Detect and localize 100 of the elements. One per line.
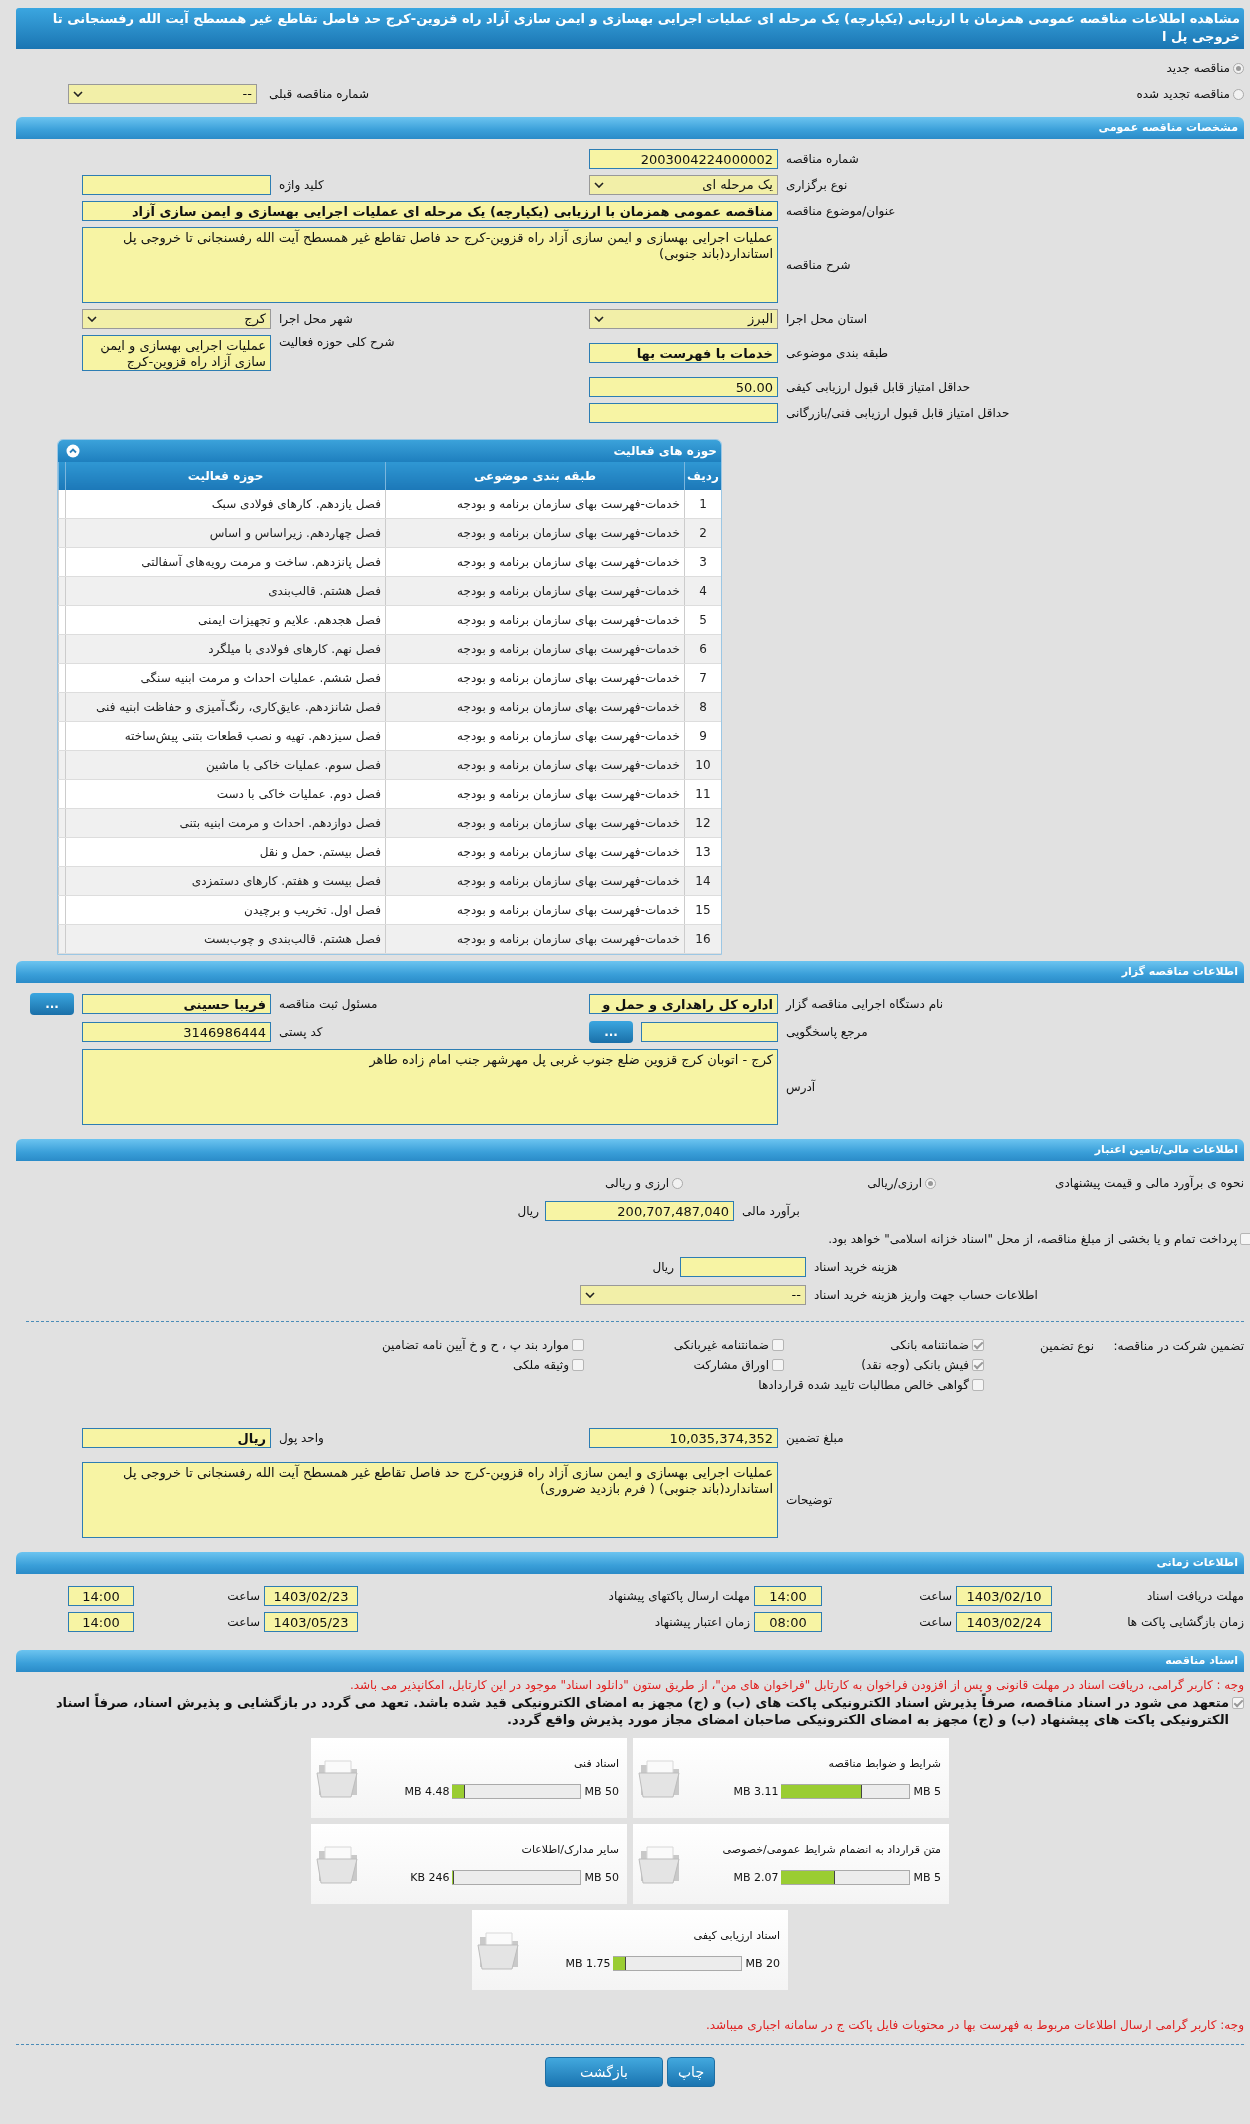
more-button[interactable]: ... — [30, 993, 74, 1015]
field-label: نوع تضمین — [1039, 1338, 1094, 1356]
input-field[interactable]: فریبا حسینی — [82, 994, 271, 1014]
radio-label: ارزی/ریالی — [867, 1176, 922, 1190]
table-cell: 6 — [684, 634, 721, 664]
table-cell: فصل هشتم. قالب‌بندی — [65, 576, 386, 606]
input-field[interactable]: 3146986444 — [82, 1022, 271, 1042]
section-header: اطلاعات زمانی — [16, 1552, 1244, 1574]
radio-button[interactable] — [672, 1177, 684, 1189]
section-header: اطلاعات مالی/تامین اعتبار — [16, 1139, 1244, 1161]
checkbox-label: ضمانتنامه غیربانکی — [673, 1338, 769, 1352]
input-field[interactable] — [641, 1022, 778, 1042]
column-header[interactable]: طبقه بندی موضوعی — [385, 462, 685, 490]
column-header[interactable]: حوزه فعالیت — [65, 462, 386, 490]
time-field[interactable]: 14:00 — [754, 1586, 822, 1606]
dropdown[interactable]: البرز — [589, 309, 778, 329]
input-field[interactable] — [589, 403, 778, 423]
field-label: توضیحات — [785, 1493, 834, 1507]
date-field[interactable]: 1403/05/23 — [264, 1612, 358, 1632]
table-cell: 15 — [684, 895, 721, 925]
table-cell: 7 — [684, 663, 721, 693]
date-field[interactable]: 1403/02/10 — [956, 1586, 1052, 1606]
table-cell: خدمات-فهرست بهای سازمان برنامه و بودجه — [385, 779, 685, 809]
time-field[interactable]: 14:00 — [68, 1586, 134, 1606]
field-label: ساعت — [918, 1589, 952, 1603]
table-cell: خدمات-فهرست بهای سازمان برنامه و بودجه — [385, 721, 685, 751]
input-field[interactable]: ریال — [82, 1428, 271, 1448]
input-field[interactable]: خدمات با فهرست بها — [589, 343, 778, 363]
field-label: زمان بازگشایی پاکت ها — [1126, 1615, 1244, 1629]
input-field[interactable]: 10,035,374,352 — [589, 1428, 778, 1448]
checkbox[interactable] — [972, 1359, 984, 1371]
radio-button[interactable] — [1233, 62, 1244, 74]
radio-label: مناقصه تجدید شده — [1136, 87, 1230, 101]
checkbox[interactable] — [772, 1359, 784, 1371]
dropdown[interactable]: -- — [68, 84, 257, 104]
section-header: اسناد مناقصه — [16, 1650, 1244, 1672]
dropdown[interactable]: یک مرحله ای — [589, 175, 778, 195]
input-field[interactable]: مناقصه عمومی همزمان با ارزیابی (یکپارچه) یک مرحله ای عملیات اجرایی بهسازی و ایمن سازی آزاد — [82, 201, 778, 221]
table-cell: فصل پانزدهم. ساخت و مرمت رویه‌های آسفالتی — [65, 547, 386, 577]
radio-label: مناقصه جدید — [1166, 61, 1230, 75]
input-field[interactable]: 200,707,487,040 — [545, 1201, 734, 1221]
text-area[interactable]: عملیات اجرایی بهسازی و ایمن سازی آزاد راه قزوین-کرج — [82, 335, 271, 371]
field-label: هزینه خرید اسناد — [813, 1260, 899, 1274]
checkbox[interactable] — [1232, 1697, 1244, 1709]
checkbox[interactable] — [572, 1339, 584, 1351]
checkbox-label: فیش بانکی (وجه نقد) — [861, 1358, 969, 1372]
input-field[interactable]: 2003004224000002 — [589, 149, 778, 169]
caret-icon — [594, 182, 604, 188]
table-cell: خدمات-فهرست بهای سازمان برنامه و بودجه — [385, 895, 685, 925]
checkbox[interactable] — [972, 1379, 984, 1391]
checkbox[interactable] — [972, 1339, 984, 1351]
table-cell: خدمات-فهرست بهای سازمان برنامه و بودجه — [385, 547, 685, 577]
input-field[interactable] — [82, 175, 271, 195]
checkbox[interactable] — [1240, 1233, 1250, 1245]
table-cell: خدمات-فهرست بهای سازمان برنامه و بودجه — [385, 605, 685, 635]
size-limit: 5 MB — [913, 1871, 941, 1884]
time-field[interactable]: 14:00 — [68, 1612, 134, 1632]
date-field[interactable]: 1403/02/23 — [264, 1586, 358, 1606]
dropdown[interactable]: -- — [580, 1285, 806, 1305]
action-button[interactable]: بازگشت — [545, 2057, 663, 2087]
text-area[interactable]: کرج - اتوبان کرج قزوین ضلع جنوب غربی پل مهرشهر جنب امام زاده طاهر — [82, 1049, 778, 1125]
date-field[interactable]: 1403/02/24 — [956, 1612, 1052, 1632]
checkbox[interactable] — [572, 1359, 584, 1371]
time-field[interactable]: 08:00 — [754, 1612, 822, 1632]
table-cell: فصل ششم. عملیات احداث و مرمت ابنیه سنگی — [65, 663, 386, 693]
checkbox[interactable] — [772, 1339, 784, 1351]
input-field[interactable] — [680, 1257, 806, 1277]
table-cell: خدمات-فهرست بهای سازمان برنامه و بودجه — [385, 490, 685, 519]
dropdown[interactable]: کرج — [82, 309, 271, 329]
more-button[interactable]: ... — [589, 1021, 633, 1043]
input-field[interactable]: اداره کل راهداری و حمل و — [589, 994, 778, 1014]
field-label: ساعت — [226, 1589, 260, 1603]
input-field[interactable]: 50.00 — [589, 377, 778, 397]
checkbox-label: گواهی خالص مطالبات تایید شده قراردادها — [758, 1378, 969, 1392]
size-used: 3.11 MB — [733, 1785, 779, 1798]
radio-button[interactable] — [1233, 88, 1244, 100]
section-header: مشخصات مناقصه عمومی — [16, 117, 1244, 139]
size-limit: 20 MB — [745, 1957, 780, 1970]
table-cell: خدمات-فهرست بهای سازمان برنامه و بودجه — [385, 663, 685, 693]
checkbox-label: متعهد می شود در اسناد مناقصه، صرفاً پذیرش اسناد الکترونیکی پاکت های (ب) و (ج) مجهز به امضای الکترونیکی قید شده باشد. تعهد می گردد در بازگشایی و پذیرش اسناد، صرفاً اسناد الکترونیکی پاکت های پیشنهاد (ب) و (ج) مجهز به امضای الکترونیکی صاحبان امضای مجاز مورد پذیرش واقع گردد. — [54, 1694, 1229, 1728]
table-cell: 14 — [684, 866, 721, 896]
text-area[interactable]: عملیات اجرایی بهسازی و ایمن سازی آزاد راه قزوین-کرج حد فاصل تقاطع غیر همسطح آیت الله رفسنجانی تا خروجی پل استاندارد(باند جنوبی) — [82, 227, 778, 303]
collapse-icon[interactable] — [66, 444, 80, 458]
action-button[interactable]: چاپ — [667, 2057, 715, 2087]
table-cell: خدمات-فهرست بهای سازمان برنامه و بودجه — [385, 808, 685, 838]
table-cell: 13 — [684, 837, 721, 867]
text-area[interactable]: عملیات اجرایی بهسازی و ایمن سازی آزاد راه قزوین-کرج حد فاصل تقاطع غیر همسطح آیت الله رفسنجانی تا خروجی پل استاندارد(باند جنوبی) ( فرم بازدید ضروری) — [82, 1462, 778, 1538]
table-cell: فصل دوازدهم. احداث و مرمت ابنیه بتنی — [65, 808, 386, 838]
checkbox-label: وثیقه ملکی — [512, 1358, 569, 1372]
document-title: سایر مدارک/اطلاعات — [520, 1843, 619, 1856]
table-cell: 3 — [684, 547, 721, 577]
section-header: اطلاعات مناقصه گزار — [16, 961, 1244, 983]
table-cell: 12 — [684, 808, 721, 838]
table-cell: 2 — [684, 518, 721, 548]
field-label: اطلاعات حساب جهت واریز هزینه خرید اسناد — [813, 1288, 1039, 1302]
column-header[interactable]: ردیف — [684, 462, 721, 490]
field-label: حداقل امتیاز قابل قبول ارزیابی کیفی — [785, 380, 972, 394]
radio-button[interactable] — [925, 1177, 936, 1189]
field-label: مبلغ تضمین — [785, 1431, 845, 1445]
checkbox-label: موارد بند پ ، ح و خ آیین نامه تضامین — [381, 1338, 569, 1352]
